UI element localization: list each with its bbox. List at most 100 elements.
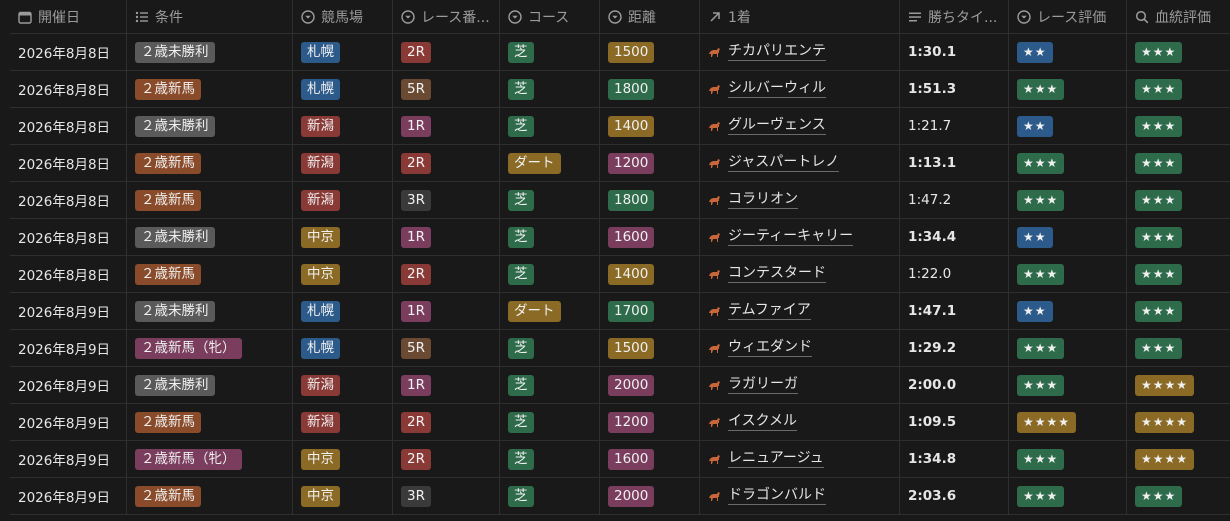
bloodline-rating-cell[interactable]: ★★★ (1127, 219, 1230, 255)
win-time-cell[interactable]: 1:09.5 (900, 404, 1009, 440)
race-rating-tag[interactable]: ★★ (1017, 115, 1053, 137)
course-tag[interactable]: 芝 (508, 115, 534, 137)
race-rating-cell[interactable]: ★★★ (1009, 71, 1127, 107)
race-rating-tag[interactable]: ★★★★ (1017, 411, 1077, 433)
column-header-win-time[interactable]: 勝ちタイ... (900, 0, 1009, 33)
course-tag[interactable]: 芝 (508, 226, 534, 248)
bloodline-rating-tag[interactable]: ★★★ (1135, 115, 1183, 137)
table-row[interactable]: 2026年8月8日 ２歳未勝利 新潟 1R 芝 1400 グルーヴェンス 1:21.7 ★★ ★★… (10, 108, 1230, 145)
winner-cell[interactable]: ジーティーキャリー (700, 219, 900, 255)
track-tag[interactable]: 札幌 (301, 337, 340, 359)
track-tag[interactable]: 中京 (301, 263, 340, 285)
column-header-distance[interactable]: 距離 (600, 0, 700, 33)
winner-link[interactable]: イスクメル (708, 413, 798, 431)
track-cell[interactable]: 札幌 (293, 330, 393, 366)
race-number-tag[interactable]: 2R (401, 411, 431, 433)
race-rating-tag[interactable]: ★★★ (1017, 448, 1065, 470)
track-cell[interactable]: 新潟 (293, 367, 393, 403)
course-cell[interactable]: 芝 (500, 404, 600, 440)
winner-link[interactable]: テムファイア (708, 302, 811, 320)
win-time-cell[interactable]: 1:47.1 (900, 293, 1009, 329)
condition-cell[interactable]: ２歳新馬 (127, 71, 293, 107)
distance-cell[interactable]: 1400 (600, 256, 700, 292)
race-number-cell[interactable]: 1R (393, 219, 500, 255)
race-rating-cell[interactable]: ★★★ (1009, 145, 1127, 181)
course-tag[interactable]: 芝 (508, 41, 534, 63)
date-cell[interactable]: 2026年8月8日 (10, 71, 127, 107)
win-time-cell[interactable]: 1:13.1 (900, 145, 1009, 181)
bloodline-rating-cell[interactable]: ★★★★ (1127, 404, 1230, 440)
winner-cell[interactable]: レニュアージュ (700, 441, 900, 477)
distance-tag[interactable]: 1800 (608, 78, 655, 100)
table-row[interactable]: 2026年8月8日 ２歳新馬 新潟 2R ダート 1200 ジャスパートレノ 1:13.1 ★★… (10, 145, 1230, 182)
race-rating-tag[interactable]: ★★★ (1017, 485, 1065, 507)
condition-tag[interactable]: ２歳新馬 (135, 411, 201, 433)
race-number-tag[interactable]: 2R (401, 152, 431, 174)
distance-tag[interactable]: 2000 (608, 485, 655, 507)
table-row[interactable]: 2026年8月8日 ２歳未勝利 札幌 2R 芝 1500 チカパリエンテ 1:30.1 ★★ ★★… (10, 34, 1230, 71)
condition-tag[interactable]: ２歳新馬 (135, 78, 201, 100)
track-tag[interactable]: 中京 (301, 485, 340, 507)
race-number-tag[interactable]: 3R (401, 485, 431, 507)
race-rating-tag[interactable]: ★★ (1017, 41, 1053, 63)
bloodline-rating-tag[interactable]: ★★★ (1135, 226, 1183, 248)
course-cell[interactable]: 芝 (500, 441, 600, 477)
course-tag[interactable]: 芝 (508, 448, 534, 470)
race-number-tag[interactable]: 2R (401, 41, 431, 63)
condition-tag[interactable]: ２歳新馬 (135, 152, 201, 174)
track-cell[interactable]: 中京 (293, 478, 393, 514)
table-row[interactable]: 2026年8月8日 ２歳新馬 中京 2R 芝 1400 コンテスタード 1:22.0 ★★★ ★★… (10, 256, 1230, 293)
race-number-tag[interactable]: 2R (401, 448, 431, 470)
condition-tag[interactable]: ２歳新馬（牝） (135, 337, 242, 359)
bloodline-rating-tag[interactable]: ★★★ (1135, 189, 1183, 211)
condition-cell[interactable]: ２歳新馬 (127, 478, 293, 514)
distance-cell[interactable]: 1800 (600, 71, 700, 107)
track-cell[interactable]: 中京 (293, 441, 393, 477)
winner-cell[interactable]: シルバーウィル (700, 71, 900, 107)
winner-link[interactable]: ジャスパートレノ (708, 154, 840, 172)
distance-tag[interactable]: 1400 (608, 263, 655, 285)
bloodline-rating-tag[interactable]: ★★★ (1135, 485, 1183, 507)
race-number-cell[interactable]: 3R (393, 182, 500, 218)
column-header-track[interactable]: 競馬場 (293, 0, 393, 33)
bloodline-rating-cell[interactable]: ★★★ (1127, 108, 1230, 144)
bloodline-rating-cell[interactable]: ★★★★ (1127, 441, 1230, 477)
track-cell[interactable]: 新潟 (293, 108, 393, 144)
race-rating-cell[interactable]: ★★★ (1009, 182, 1127, 218)
bloodline-rating-tag[interactable]: ★★★ (1135, 300, 1183, 322)
distance-cell[interactable]: 1500 (600, 34, 700, 70)
course-tag[interactable]: 芝 (508, 263, 534, 285)
date-cell[interactable]: 2026年8月8日 (10, 182, 127, 218)
course-cell[interactable]: 芝 (500, 256, 600, 292)
course-tag[interactable]: 芝 (508, 374, 534, 396)
race-number-cell[interactable]: 1R (393, 108, 500, 144)
win-time-cell[interactable]: 1:30.1 (900, 34, 1009, 70)
track-cell[interactable]: 中京 (293, 219, 393, 255)
bloodline-rating-tag[interactable]: ★★★★ (1135, 411, 1195, 433)
race-number-tag[interactable]: 3R (401, 189, 431, 211)
column-header-race-number[interactable]: レース番... (393, 0, 500, 33)
race-rating-cell[interactable]: ★★★★ (1009, 404, 1127, 440)
win-time-cell[interactable]: 1:51.3 (900, 71, 1009, 107)
track-cell[interactable]: 中京 (293, 256, 393, 292)
track-cell[interactable]: 新潟 (293, 182, 393, 218)
distance-tag[interactable]: 1200 (608, 152, 655, 174)
win-time-cell[interactable]: 1:47.2 (900, 182, 1009, 218)
bloodline-rating-cell[interactable]: ★★★ (1127, 293, 1230, 329)
race-number-tag[interactable]: 1R (401, 374, 431, 396)
winner-link[interactable]: ジーティーキャリー (708, 228, 854, 246)
race-number-cell[interactable]: 2R (393, 145, 500, 181)
course-tag[interactable]: 芝 (508, 411, 534, 433)
condition-cell[interactable]: ２歳未勝利 (127, 367, 293, 403)
condition-tag[interactable]: ２歳新馬（牝） (135, 448, 242, 470)
table-row[interactable]: 2026年8月9日 ２歳新馬（牝） 中京 2R 芝 1600 レニュアージュ 1:34.8 ★★… (10, 441, 1230, 478)
condition-tag[interactable]: ２歳新馬 (135, 263, 201, 285)
date-cell[interactable]: 2026年8月9日 (10, 441, 127, 477)
race-number-tag[interactable]: 5R (401, 78, 431, 100)
race-number-cell[interactable]: 5R (393, 71, 500, 107)
condition-cell[interactable]: ２歳新馬 (127, 256, 293, 292)
winner-link[interactable]: ウィエダンド (708, 339, 812, 357)
winner-link[interactable]: ラガリーガ (708, 376, 798, 394)
winner-link[interactable]: チカパリエンテ (708, 43, 826, 61)
table-row[interactable]: 2026年8月9日 ２歳新馬 新潟 2R 芝 1200 イスクメル 1:09.5 ★★★★ ★★★… (10, 404, 1230, 441)
